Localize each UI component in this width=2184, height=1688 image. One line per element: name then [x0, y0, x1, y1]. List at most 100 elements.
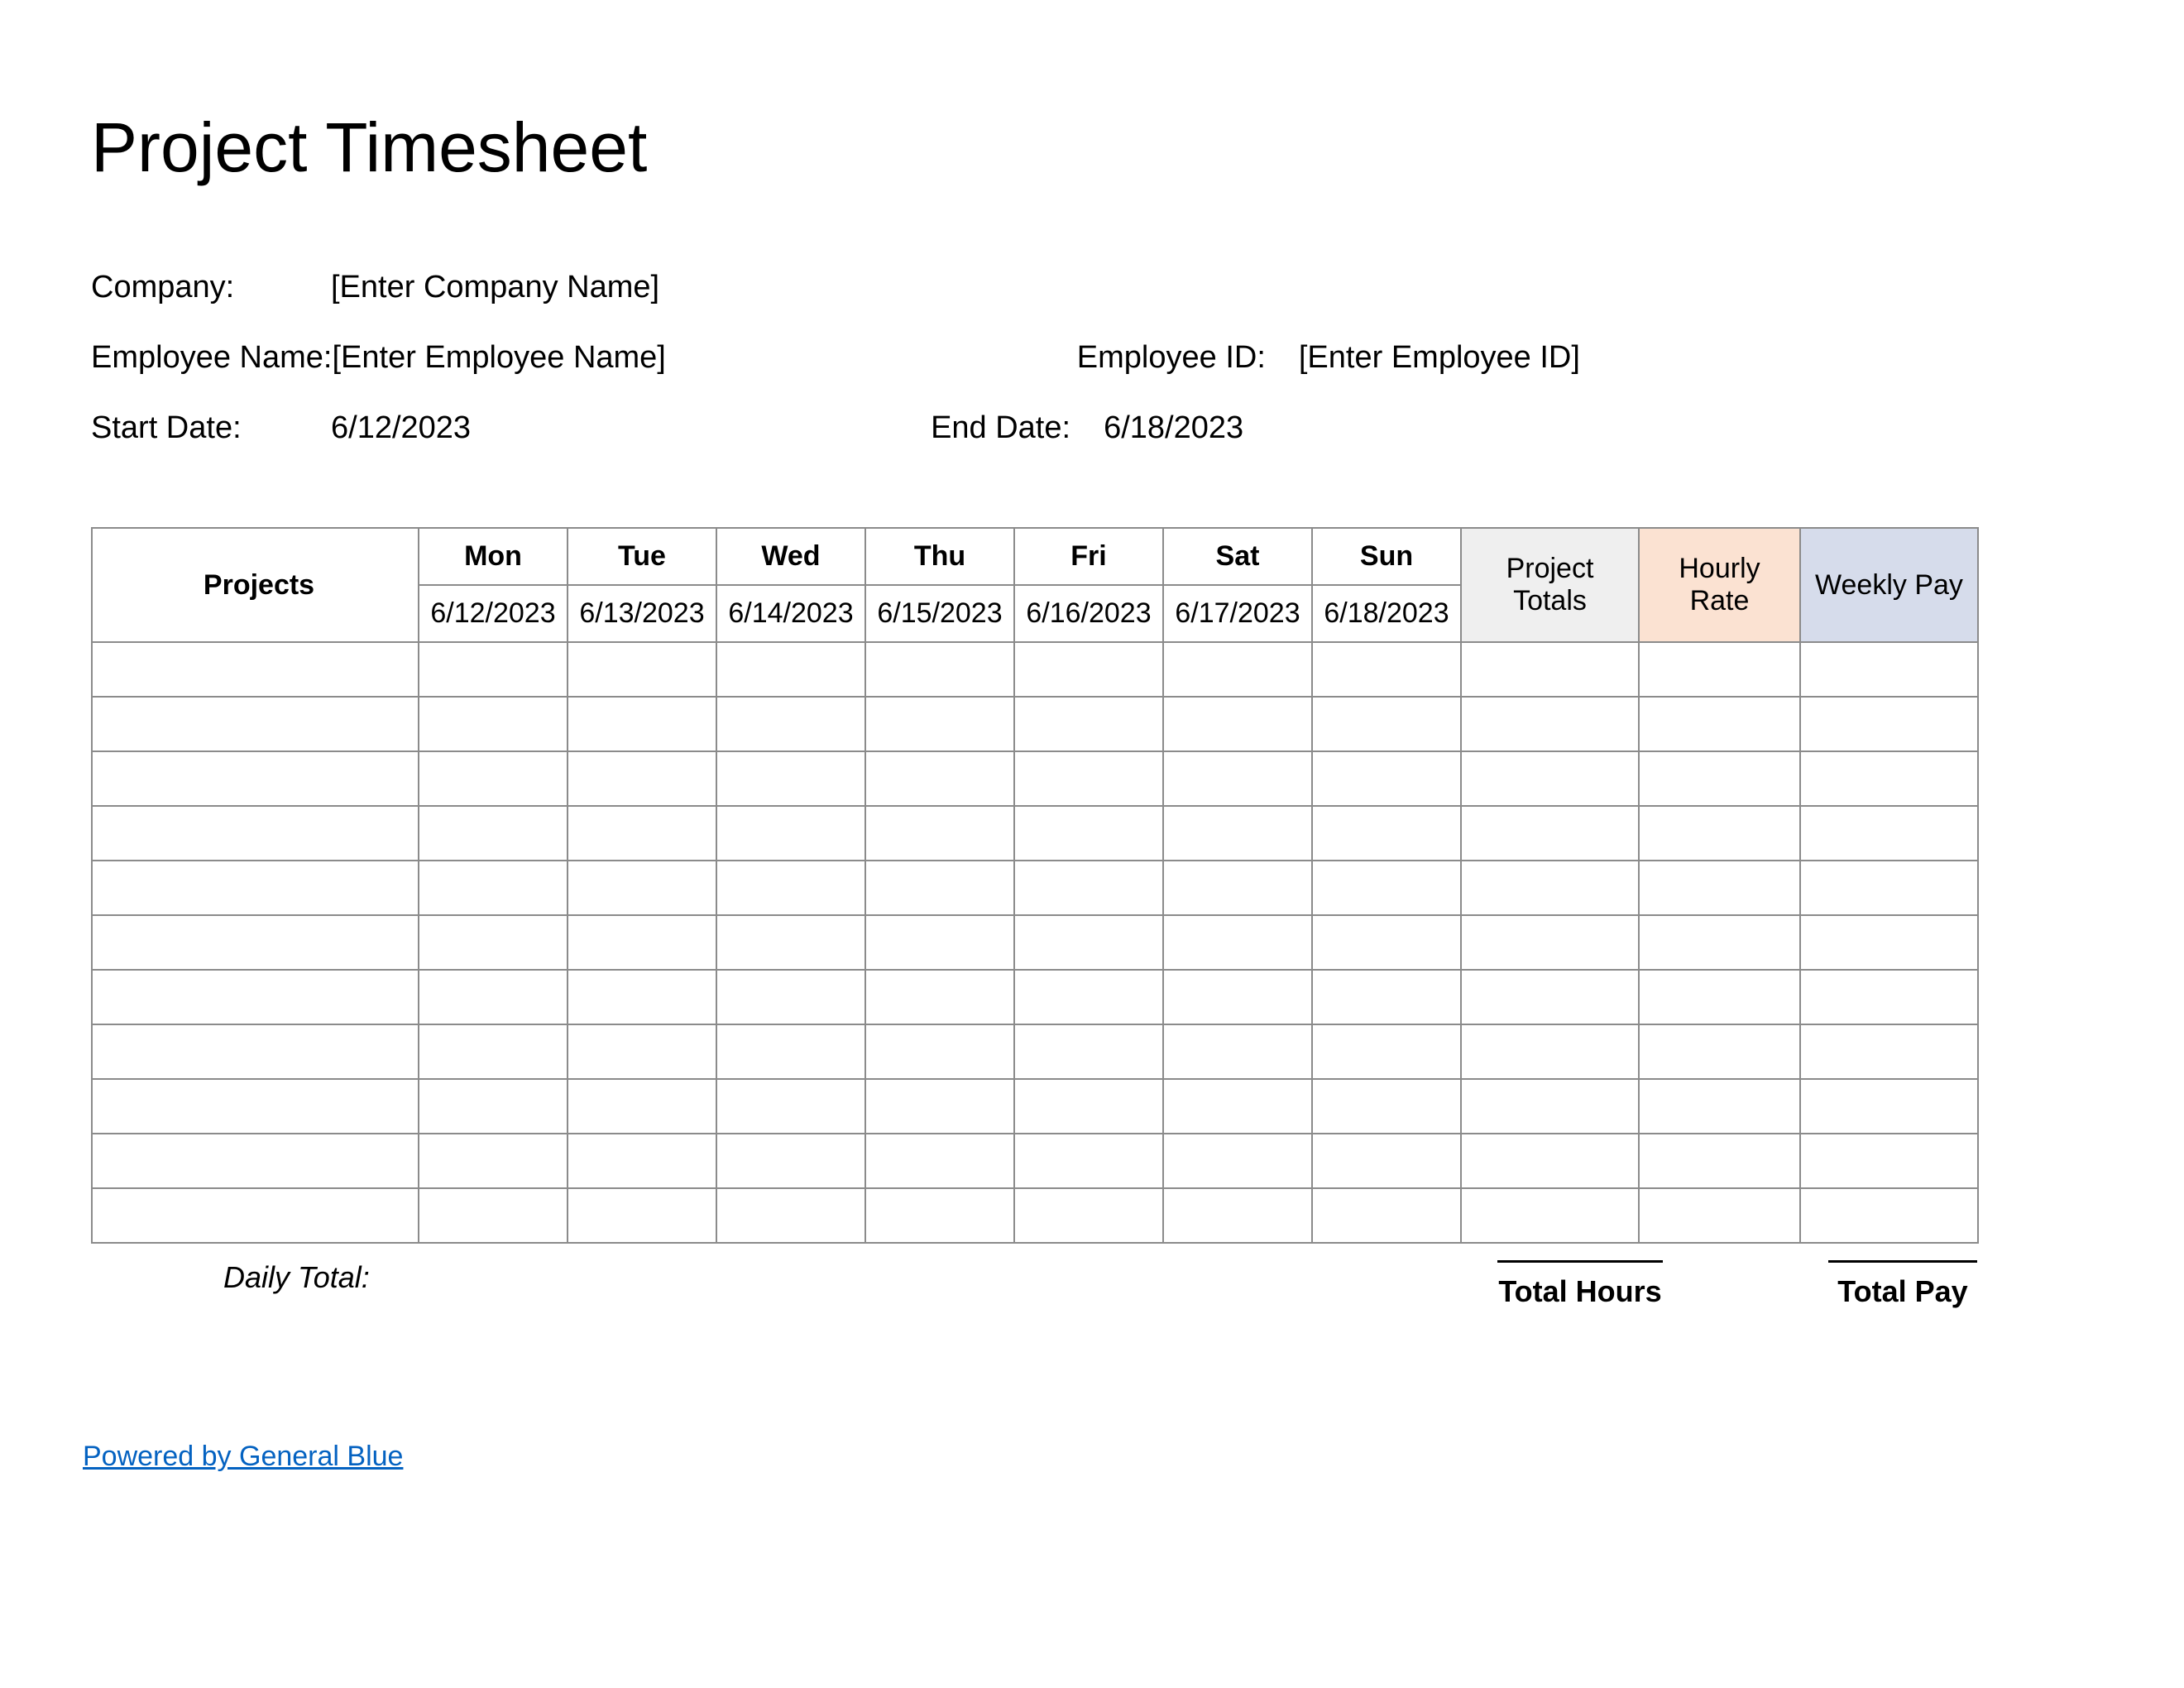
project-cell[interactable] [92, 751, 419, 806]
hours-cell[interactable] [1163, 970, 1312, 1024]
hours-cell[interactable] [1163, 642, 1312, 697]
hours-cell[interactable] [716, 1079, 865, 1134]
hours-cell[interactable] [865, 1188, 1014, 1243]
hours-cell[interactable] [1163, 1188, 1312, 1243]
hours-cell[interactable] [865, 697, 1014, 751]
project-cell[interactable] [92, 861, 419, 915]
hours-cell[interactable] [1163, 697, 1312, 751]
hourly-rate-cell[interactable] [1639, 642, 1800, 697]
hours-cell[interactable] [716, 642, 865, 697]
hours-cell[interactable] [568, 697, 716, 751]
hours-cell[interactable] [1014, 1079, 1163, 1134]
hours-cell[interactable] [716, 806, 865, 861]
project-cell[interactable] [92, 1188, 419, 1243]
hours-cell[interactable] [716, 861, 865, 915]
hours-cell[interactable] [419, 861, 568, 915]
project-cell[interactable] [92, 1024, 419, 1079]
hours-cell[interactable] [419, 915, 568, 970]
powered-by-link[interactable]: Powered by General Blue [83, 1441, 403, 1473]
hours-cell[interactable] [716, 751, 865, 806]
hours-cell[interactable] [716, 1188, 865, 1243]
hours-cell[interactable] [568, 970, 716, 1024]
hours-cell[interactable] [865, 642, 1014, 697]
hours-cell[interactable] [1163, 861, 1312, 915]
hours-cell[interactable] [419, 1188, 568, 1243]
project-cell[interactable] [92, 915, 419, 970]
employee-name-value[interactable]: [Enter Employee Name] [332, 333, 665, 383]
hours-cell[interactable] [865, 751, 1014, 806]
hours-cell[interactable] [1163, 1079, 1312, 1134]
hours-cell[interactable] [716, 970, 865, 1024]
hours-cell[interactable] [716, 1134, 865, 1188]
hourly-rate-cell[interactable] [1639, 697, 1800, 751]
employee-id-value[interactable]: [Enter Employee ID] [1299, 333, 1580, 383]
hours-cell[interactable] [1014, 1134, 1163, 1188]
hours-cell[interactable] [1312, 1188, 1461, 1243]
hours-cell[interactable] [419, 642, 568, 697]
hours-cell[interactable] [419, 1134, 568, 1188]
hours-cell[interactable] [1014, 1024, 1163, 1079]
start-date-value[interactable]: 6/12/2023 [331, 403, 471, 453]
hours-cell[interactable] [568, 1134, 716, 1188]
hours-cell[interactable] [1312, 642, 1461, 697]
hours-cell[interactable] [568, 915, 716, 970]
hourly-rate-cell[interactable] [1639, 861, 1800, 915]
hourly-rate-cell[interactable] [1639, 1134, 1800, 1188]
hours-cell[interactable] [1163, 915, 1312, 970]
hours-cell[interactable] [1014, 1188, 1163, 1243]
hourly-rate-cell[interactable] [1639, 1188, 1800, 1243]
hours-cell[interactable] [419, 1024, 568, 1079]
hours-cell[interactable] [419, 970, 568, 1024]
hours-cell[interactable] [419, 697, 568, 751]
hours-cell[interactable] [865, 1024, 1014, 1079]
project-cell[interactable] [92, 970, 419, 1024]
hours-cell[interactable] [1312, 1079, 1461, 1134]
project-cell[interactable] [92, 806, 419, 861]
hours-cell[interactable] [1014, 697, 1163, 751]
hourly-rate-cell[interactable] [1639, 751, 1800, 806]
project-cell[interactable] [92, 642, 419, 697]
hours-cell[interactable] [1312, 915, 1461, 970]
hours-cell[interactable] [1014, 970, 1163, 1024]
hours-cell[interactable] [1312, 1024, 1461, 1079]
hours-cell[interactable] [1312, 1134, 1461, 1188]
hours-cell[interactable] [865, 861, 1014, 915]
hourly-rate-cell[interactable] [1639, 1079, 1800, 1134]
hours-cell[interactable] [865, 970, 1014, 1024]
hours-cell[interactable] [716, 1024, 865, 1079]
hours-cell[interactable] [1312, 751, 1461, 806]
project-cell[interactable] [92, 1134, 419, 1188]
hours-cell[interactable] [1312, 861, 1461, 915]
hours-cell[interactable] [1163, 806, 1312, 861]
hours-cell[interactable] [865, 1079, 1014, 1134]
hours-cell[interactable] [1163, 1024, 1312, 1079]
hours-cell[interactable] [716, 697, 865, 751]
hours-cell[interactable] [865, 1134, 1014, 1188]
hours-cell[interactable] [1163, 1134, 1312, 1188]
hours-cell[interactable] [1312, 697, 1461, 751]
hours-cell[interactable] [1014, 806, 1163, 861]
hours-cell[interactable] [1014, 861, 1163, 915]
hours-cell[interactable] [419, 1079, 568, 1134]
hours-cell[interactable] [568, 1188, 716, 1243]
hours-cell[interactable] [865, 915, 1014, 970]
hours-cell[interactable] [1163, 751, 1312, 806]
hours-cell[interactable] [419, 751, 568, 806]
hours-cell[interactable] [1312, 806, 1461, 861]
hourly-rate-cell[interactable] [1639, 1024, 1800, 1079]
hourly-rate-cell[interactable] [1639, 915, 1800, 970]
hourly-rate-cell[interactable] [1639, 970, 1800, 1024]
hours-cell[interactable] [419, 806, 568, 861]
hours-cell[interactable] [568, 642, 716, 697]
project-cell[interactable] [92, 697, 419, 751]
project-cell[interactable] [92, 1079, 419, 1134]
hours-cell[interactable] [1014, 751, 1163, 806]
hourly-rate-cell[interactable] [1639, 806, 1800, 861]
hours-cell[interactable] [1312, 970, 1461, 1024]
company-value[interactable]: [Enter Company Name] [331, 262, 659, 313]
hours-cell[interactable] [568, 1079, 716, 1134]
end-date-value[interactable]: 6/18/2023 [1104, 403, 1243, 453]
hours-cell[interactable] [568, 806, 716, 861]
hours-cell[interactable] [865, 806, 1014, 861]
hours-cell[interactable] [568, 1024, 716, 1079]
